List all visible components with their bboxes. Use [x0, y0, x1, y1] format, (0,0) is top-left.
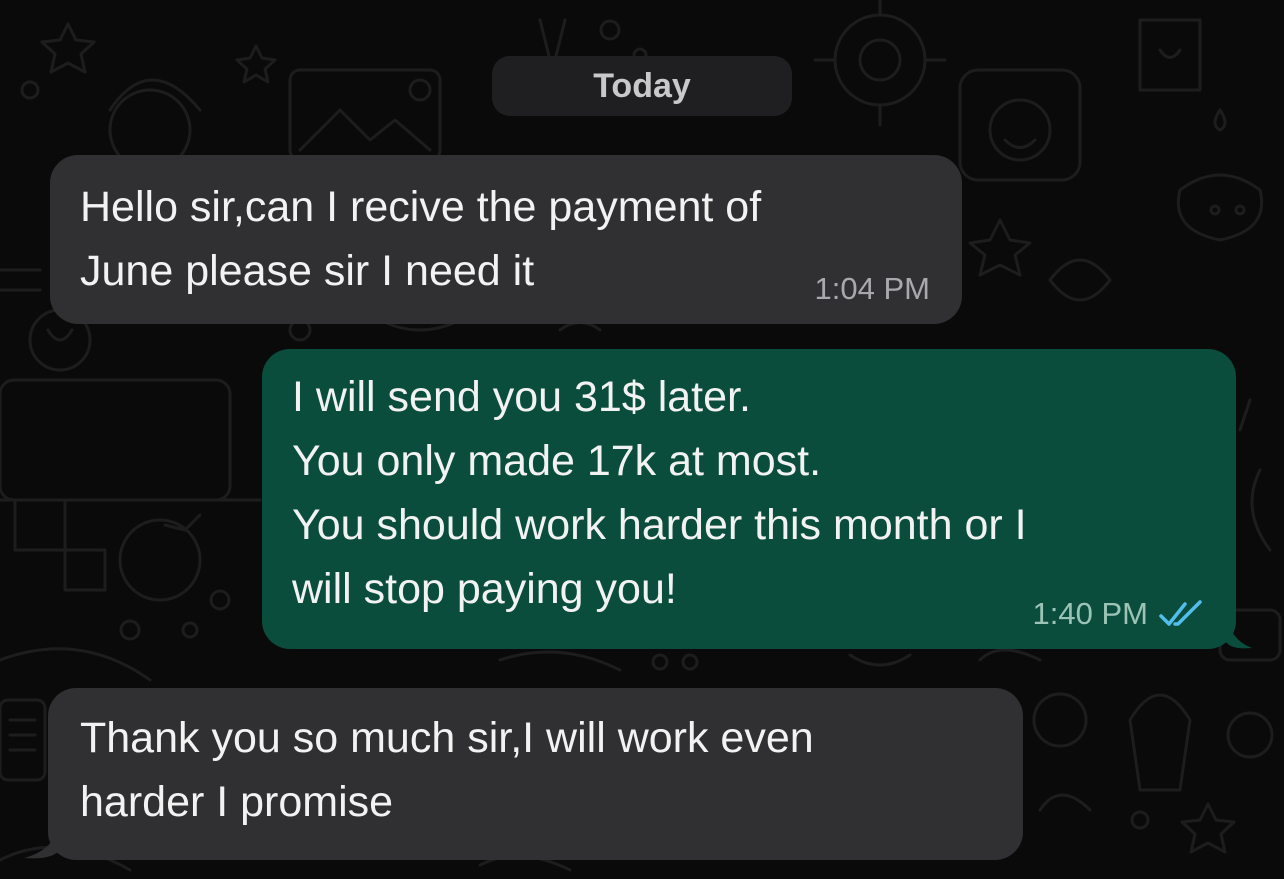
outgoing-message[interactable]: I will send you 31$ later. You only made…: [262, 349, 1236, 649]
message-text: Thank you so much sir,I will work even h…: [80, 714, 814, 826]
outgoing-bubble-tail: [1226, 614, 1252, 649]
incoming-message[interactable]: Hello sir,can I recive the payment of Ju…: [50, 155, 962, 324]
message-text: Hello sir,can I recive the payment of Ju…: [80, 183, 762, 295]
incoming-bubble-tail: [24, 826, 58, 859]
chat-conversation: Today Hello sir,can I recive the payment…: [0, 0, 1284, 879]
message-meta: 1:04 PM: [815, 272, 930, 306]
message-time: 1:04 PM: [814, 271, 930, 306]
double-check-read-icon: [1158, 599, 1204, 629]
incoming-message[interactable]: Thank you so much sir,I will work even h…: [48, 688, 1023, 860]
message-meta: 1:40 PM: [1033, 597, 1204, 631]
message-text: I will send you 31$ later. You only made…: [292, 373, 1027, 613]
message-time: 1:40 PM: [1032, 596, 1148, 631]
date-separator-today: Today: [492, 56, 792, 116]
